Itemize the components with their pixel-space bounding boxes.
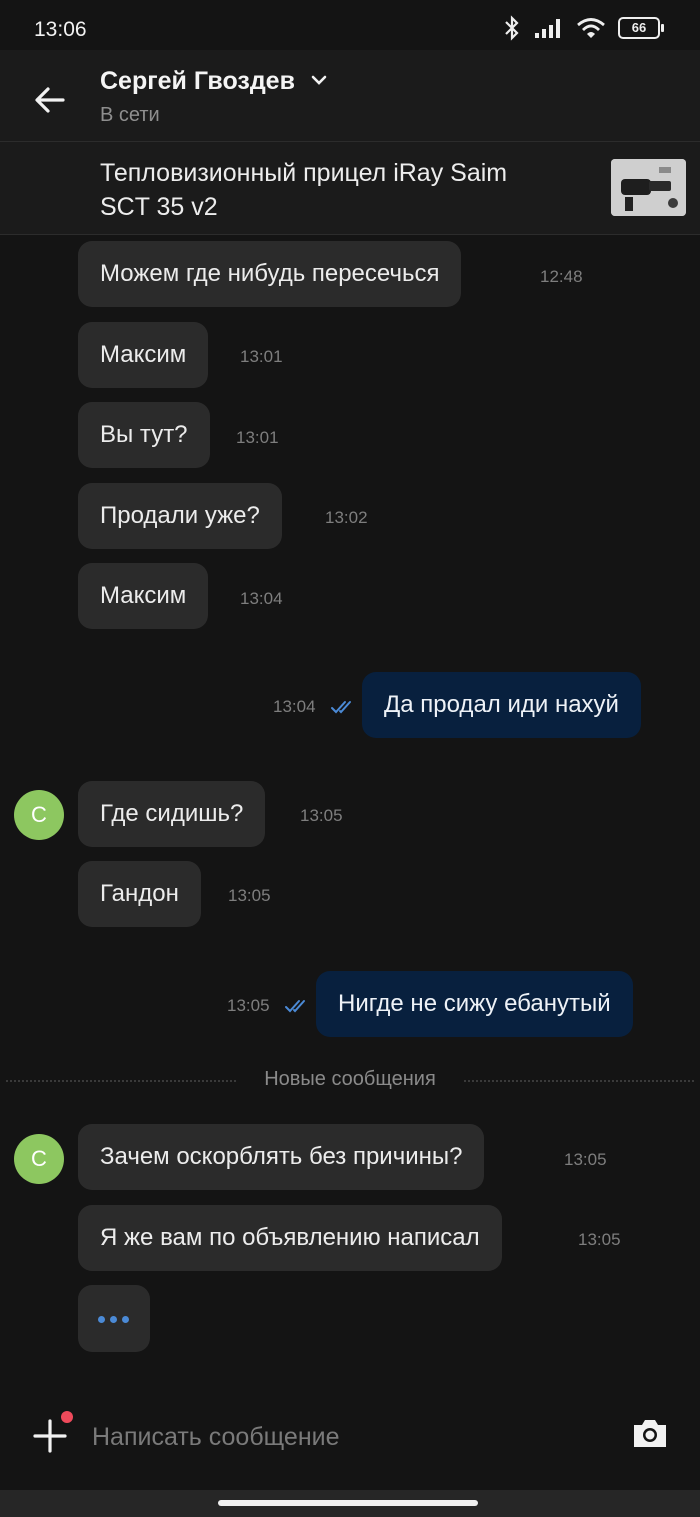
message-bubble-outgoing[interactable]: Нигде не сижу ебанутый bbox=[316, 971, 633, 1037]
battery-icon: 66 bbox=[618, 17, 664, 39]
message-time: 13:01 bbox=[236, 428, 279, 447]
message-bubble-incoming[interactable]: Вы тут? bbox=[78, 402, 210, 468]
read-checkmarks-icon bbox=[331, 701, 351, 714]
message-bubble-incoming[interactable]: Я же вам по объявлению написал bbox=[78, 1205, 502, 1271]
message-time: 13:02 bbox=[325, 508, 368, 527]
signal-icon bbox=[535, 19, 560, 38]
message-bubble-incoming[interactable]: Можем где нибудь пересечься bbox=[78, 241, 462, 307]
contact-status: В сети bbox=[100, 104, 160, 126]
message-bubble-incoming[interactable]: Где сидишь? bbox=[78, 781, 266, 847]
message-bubble-incoming[interactable]: Зачем оскорблять без причины? bbox=[78, 1124, 485, 1190]
contact-name[interactable]: Сергей Гвоздев bbox=[100, 67, 295, 96]
message-bubble-incoming[interactable]: Максим bbox=[78, 563, 209, 629]
system-nav-bar bbox=[0, 1490, 700, 1517]
product-image bbox=[611, 159, 686, 216]
listing-title[interactable]: Тепловизионный прицел iRay Saim SCT 35 v… bbox=[100, 156, 520, 224]
message-bubble-outgoing[interactable]: Да продал иди нахуй bbox=[362, 672, 641, 738]
message-time: 13:05 bbox=[300, 806, 343, 825]
status-bar: 13:06 66 bbox=[0, 0, 700, 50]
message-time: 13:05 bbox=[578, 1230, 621, 1249]
message-time: 13:05 bbox=[564, 1150, 607, 1169]
typing-dot bbox=[110, 1316, 117, 1323]
sender-avatar[interactable]: С bbox=[14, 790, 64, 840]
status-icons: 66 bbox=[502, 15, 664, 41]
camera-icon[interactable] bbox=[630, 1415, 670, 1451]
chevron-down-icon[interactable] bbox=[310, 72, 328, 88]
wifi-icon bbox=[577, 18, 605, 38]
new-messages-divider: Новые сообщения bbox=[0, 1068, 700, 1094]
sender-avatar[interactable]: С bbox=[14, 1134, 64, 1184]
message-time: 13:05 bbox=[228, 886, 271, 905]
message-time: 12:48 bbox=[540, 267, 583, 286]
listing-banner[interactable]: Тепловизионный прицел iRay Saim SCT 35 v… bbox=[0, 142, 700, 235]
read-checkmarks-icon bbox=[285, 1000, 305, 1013]
typing-dot bbox=[122, 1316, 129, 1323]
back-arrow-icon[interactable] bbox=[30, 80, 70, 120]
notification-dot bbox=[61, 1411, 73, 1423]
home-indicator[interactable] bbox=[218, 1500, 478, 1506]
listing-thumbnail[interactable] bbox=[611, 159, 686, 216]
message-time: 13:05 bbox=[227, 996, 270, 1015]
typing-dot bbox=[98, 1316, 105, 1323]
bluetooth-icon bbox=[505, 15, 519, 41]
message-bubble-incoming[interactable]: Максим bbox=[78, 322, 209, 388]
chat-header: Сергей Гвоздев В сети bbox=[0, 50, 700, 142]
typing-indicator bbox=[78, 1285, 150, 1352]
plus-icon[interactable] bbox=[32, 1418, 68, 1454]
message-time: 13:04 bbox=[240, 589, 283, 608]
message-bubble-incoming[interactable]: Продали уже? bbox=[78, 483, 282, 549]
message-composer bbox=[0, 1400, 700, 1480]
status-time: 13:06 bbox=[34, 18, 87, 41]
message-bubble-incoming[interactable]: Гандон bbox=[78, 861, 201, 927]
message-time: 13:01 bbox=[240, 347, 283, 366]
divider-line bbox=[464, 1080, 694, 1082]
message-input[interactable] bbox=[90, 1414, 594, 1460]
message-time: 13:04 bbox=[273, 697, 316, 716]
